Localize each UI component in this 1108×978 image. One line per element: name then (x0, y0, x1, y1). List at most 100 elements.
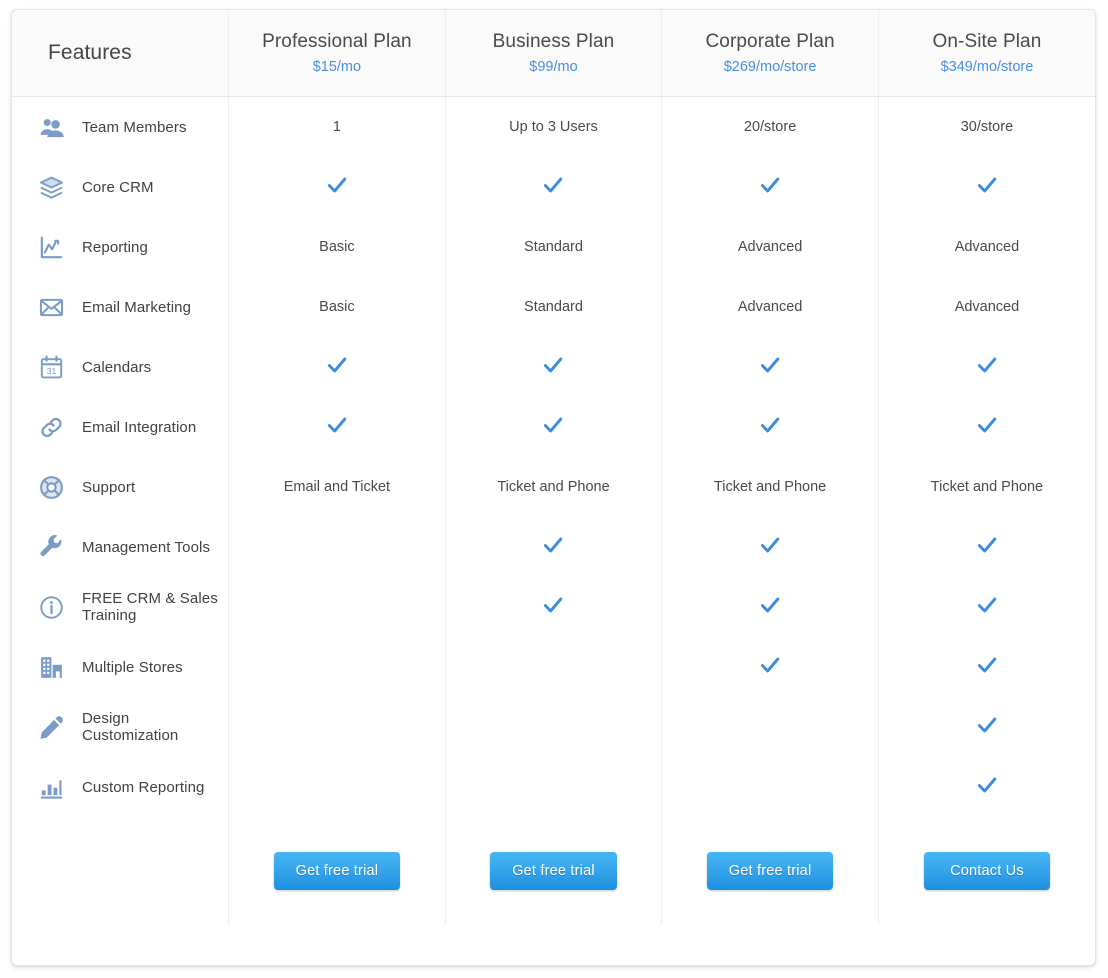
value-cell (878, 697, 1095, 757)
plan-header-corporate: Corporate Plan $269/mo/store (662, 10, 879, 97)
value-text: 30/store (961, 119, 1013, 135)
value-text: Ticket and Phone (497, 479, 609, 495)
feature-label: Core CRM (82, 179, 154, 196)
value-cell-empty (662, 697, 879, 757)
line-chart-icon (36, 232, 66, 262)
table-row: Team Members 1 Up to 3 Users 20/store 30/sto… (12, 97, 1095, 158)
feature-label: Design Customization (82, 710, 228, 744)
value-cell (445, 517, 662, 577)
get-free-trial-button[interactable]: Get free trial (274, 852, 401, 890)
plan-name: Corporate Plan (662, 29, 878, 54)
plan-price: $99/mo (446, 56, 662, 78)
layers-icon (36, 172, 66, 202)
value-cell (878, 337, 1095, 397)
value-cell-empty (445, 697, 662, 757)
get-free-trial-button[interactable]: Get free trial (707, 852, 834, 890)
feature-cell: 31 Calendars (12, 337, 229, 397)
value-cell-empty (229, 697, 446, 757)
value-text: Advanced (955, 239, 1020, 255)
cta-row: Get free trial Get free trial Get free tri… (12, 817, 1095, 925)
value-cell: Basic (229, 217, 446, 277)
value-cell (229, 157, 446, 217)
users-icon (36, 112, 66, 142)
value-cell (878, 157, 1095, 217)
value-cell: Up to 3 Users (445, 97, 662, 158)
plan-price: $15/mo (229, 56, 445, 78)
cta-cell: Get free trial (229, 817, 446, 925)
value-cell (662, 397, 879, 457)
contact-us-button[interactable]: Contact Us (924, 852, 1050, 890)
value-cell: 1 (229, 97, 446, 158)
get-free-trial-button[interactable]: Get free trial (490, 852, 617, 890)
check-icon (542, 355, 564, 375)
lifebuoy-icon (36, 472, 66, 502)
feature-cell: Design Customization (12, 697, 229, 757)
table-header: Features Professional Plan $15/mo Busine… (12, 10, 1095, 97)
plan-name: Professional Plan (229, 29, 445, 54)
envelope-icon (36, 292, 66, 322)
feature-cell: Multiple Stores (12, 637, 229, 697)
value-cell: Ticket and Phone (445, 457, 662, 517)
table-row: FREE CRM & Sales Training (12, 577, 1095, 637)
feature-label: Reporting (82, 239, 148, 256)
feature-label: Team Members (82, 119, 187, 136)
plan-header-professional: Professional Plan $15/mo (229, 10, 446, 97)
value-text: 1 (333, 119, 341, 135)
value-cell (878, 577, 1095, 637)
table-row: Design Customization (12, 697, 1095, 757)
value-cell: Standard (445, 277, 662, 337)
feature-label: Management Tools (82, 539, 210, 556)
feature-label: Support (82, 479, 135, 496)
value-text: Up to 3 Users (509, 119, 598, 135)
value-text: Advanced (955, 299, 1020, 315)
check-icon (759, 655, 781, 675)
check-icon (759, 595, 781, 615)
check-icon (542, 595, 564, 615)
feature-cell: Email Marketing (12, 277, 229, 337)
bar-chart-icon (36, 772, 66, 802)
table-row: Reporting Basic Standard Advanced Advanced (12, 217, 1095, 277)
link-icon (36, 412, 66, 442)
feature-label: Calendars (82, 359, 151, 376)
value-cell: Email and Ticket (229, 457, 446, 517)
features-column-header: Features (12, 10, 229, 97)
table-row: Custom Reporting (12, 757, 1095, 817)
feature-cell: Management Tools (12, 517, 229, 577)
value-cell: Advanced (662, 217, 879, 277)
plan-header-business: Business Plan $99/mo (445, 10, 662, 97)
feature-cell: Core CRM (12, 157, 229, 217)
feature-cell: Team Members (12, 97, 229, 158)
value-cell: Advanced (878, 277, 1095, 337)
value-text: Advanced (738, 239, 803, 255)
features-header-label: Features (48, 41, 132, 64)
pricing-comparison-card: Features Professional Plan $15/mo Busine… (11, 9, 1096, 966)
svg-text:31: 31 (46, 365, 56, 375)
check-icon (976, 355, 998, 375)
feature-label: Email Integration (82, 419, 196, 436)
value-cell (878, 757, 1095, 817)
value-cell (229, 397, 446, 457)
check-icon (326, 355, 348, 375)
feature-cell: Support (12, 457, 229, 517)
feature-cell: Custom Reporting (12, 757, 229, 817)
pencil-icon (36, 712, 66, 742)
building-icon (36, 652, 66, 682)
check-icon (976, 715, 998, 735)
value-text: Email and Ticket (284, 479, 390, 495)
cta-cell: Get free trial (445, 817, 662, 925)
check-icon (759, 535, 781, 555)
feature-label: Multiple Stores (82, 659, 183, 676)
cta-cell: Get free trial (662, 817, 879, 925)
info-icon (36, 592, 66, 622)
value-cell-empty (229, 757, 446, 817)
check-icon (976, 595, 998, 615)
value-text: 20/store (744, 119, 796, 135)
check-icon (976, 655, 998, 675)
table-row: SupportEmail and TicketTicket and PhoneT… (12, 457, 1095, 517)
value-cell-empty (229, 517, 446, 577)
value-cell-empty (229, 577, 446, 637)
value-text: Standard (524, 239, 583, 255)
value-cell: Advanced (662, 277, 879, 337)
table-row: Email Integration (12, 397, 1095, 457)
check-icon (542, 415, 564, 435)
